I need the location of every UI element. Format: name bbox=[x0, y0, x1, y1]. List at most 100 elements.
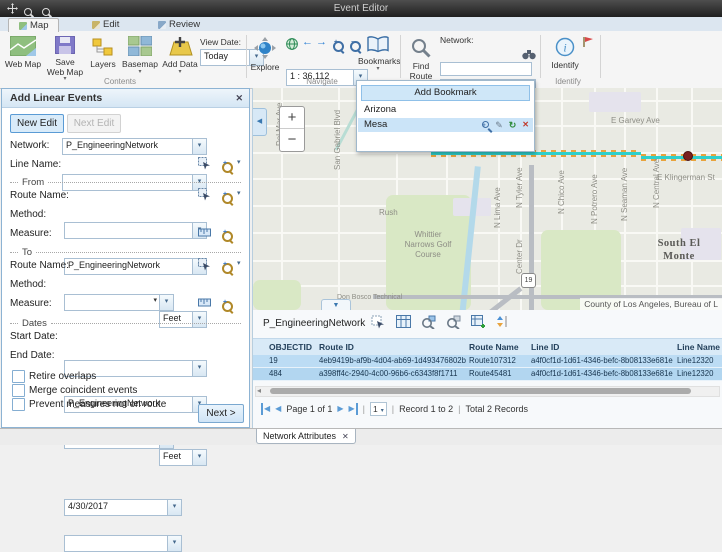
retire-overlaps-checkbox[interactable] bbox=[12, 370, 25, 383]
from-section-legend: From bbox=[10, 177, 241, 187]
next-button[interactable]: Next > bbox=[198, 404, 244, 423]
next-edit-button[interactable]: Next Edit bbox=[67, 114, 121, 133]
network-select[interactable]: P_EngineeringNetwork bbox=[62, 138, 207, 155]
scrollbar-thumb[interactable] bbox=[270, 388, 691, 394]
street-label: N Lima Ave bbox=[493, 187, 502, 228]
prevent-measures-checkbox[interactable] bbox=[12, 398, 25, 411]
review-tab-icon bbox=[158, 21, 166, 29]
tab-edit[interactable]: Edit bbox=[82, 18, 129, 31]
zoom-to-selection-icon[interactable] bbox=[421, 315, 436, 330]
from-measure-tool-icon[interactable] bbox=[198, 226, 211, 244]
street-label: Center Dr bbox=[515, 239, 524, 274]
from-select-route-icon[interactable] bbox=[198, 188, 211, 206]
to-zoom-route-icon[interactable]: + bbox=[222, 260, 233, 278]
column-header[interactable]: Route ID bbox=[319, 339, 467, 355]
attribute-table-panel: P_EngineeringNetwork OBJECTID Route ID R… bbox=[252, 310, 722, 428]
close-tab-icon[interactable]: ✕ bbox=[342, 430, 349, 443]
bookmarks-button[interactable]: Bookmarks ▾ bbox=[358, 36, 398, 72]
from-zoom-dropdown-arrow[interactable]: ▾ bbox=[237, 189, 241, 197]
basemap-button[interactable]: Basemap ▾ bbox=[120, 36, 160, 75]
globe-icon[interactable] bbox=[286, 37, 298, 55]
start-date-input[interactable]: 4/30/2017 bbox=[64, 499, 182, 516]
merge-coincident-checkbox[interactable] bbox=[12, 384, 25, 397]
tab-review[interactable]: Review bbox=[148, 18, 210, 31]
new-edit-button[interactable]: New Edit bbox=[10, 114, 64, 133]
web-map-button[interactable]: Web Map bbox=[4, 36, 42, 70]
map-zoom-in-button[interactable]: + bbox=[280, 107, 304, 129]
to-select-route-icon[interactable] bbox=[198, 258, 211, 276]
to-zoom-dropdown-arrow[interactable]: ▾ bbox=[237, 259, 241, 267]
bottom-tab-bar: Network Attributes ✕ bbox=[0, 428, 722, 445]
first-page-icon[interactable]: ◀ bbox=[261, 403, 270, 415]
column-header[interactable]: OBJECTID bbox=[269, 339, 317, 355]
start-date-label: Start Date: bbox=[10, 331, 58, 342]
flag-icon[interactable] bbox=[582, 35, 594, 53]
add-data-button[interactable]: Add Data ▾ bbox=[162, 36, 198, 75]
column-header[interactable]: Route Name bbox=[469, 339, 529, 355]
bookmark-item-mesa[interactable]: Mesa + ✎ ↻ ✕ bbox=[358, 118, 533, 132]
layers-icon bbox=[88, 38, 118, 59]
to-measure-tool-icon[interactable] bbox=[198, 296, 211, 314]
zoom-to-line-icon[interactable]: + bbox=[222, 159, 233, 177]
zoom-line-dropdown-arrow[interactable]: ▾ bbox=[237, 158, 241, 166]
previous-page-icon[interactable]: ◀ bbox=[275, 403, 281, 415]
scroll-left-icon[interactable]: ◂ bbox=[257, 386, 261, 395]
pan-icon[interactable] bbox=[6, 3, 18, 15]
page-select[interactable]: 1▾ bbox=[370, 402, 387, 416]
ribbon-zoom-in-icon[interactable]: + bbox=[333, 38, 344, 56]
bookmark-delete-icon[interactable]: ✕ bbox=[522, 118, 529, 132]
from-measure-zoom-icon[interactable]: + bbox=[222, 228, 233, 246]
table-row[interactable]: 19 4eb9419b-af9b-4d04-ab69-1d493476802b … bbox=[253, 355, 722, 368]
find-route-value-input[interactable] bbox=[440, 62, 532, 76]
street-label: N Tyler Ave bbox=[515, 167, 524, 208]
from-measure-input[interactable] bbox=[64, 294, 174, 311]
sort-icon[interactable] bbox=[496, 315, 511, 330]
route-point-marker[interactable] bbox=[683, 151, 693, 161]
collapse-panel-tab[interactable]: ◀ bbox=[253, 108, 267, 136]
from-zoom-route-icon[interactable]: + bbox=[222, 190, 233, 208]
map-zoom-control: + − bbox=[279, 106, 305, 152]
horizontal-scrollbar[interactable]: ◂ bbox=[255, 386, 720, 397]
ribbon-divider bbox=[600, 35, 601, 78]
selected-records-icon[interactable] bbox=[471, 315, 486, 330]
save-web-map-button[interactable]: Save Web Map ▾ bbox=[46, 36, 84, 82]
tab-network-attributes[interactable]: Network Attributes ✕ bbox=[256, 429, 356, 444]
ribbon-divider bbox=[246, 35, 247, 78]
select-line-on-map-icon[interactable] bbox=[198, 157, 211, 175]
close-icon[interactable]: ✕ bbox=[235, 89, 243, 107]
to-unit-select[interactable]: Feet bbox=[159, 449, 207, 466]
street bbox=[691, 88, 693, 310]
end-date-input[interactable] bbox=[64, 535, 182, 552]
find-route-network-label: Network: bbox=[440, 35, 474, 45]
layers-button[interactable]: Layers bbox=[88, 38, 118, 70]
show-table-icon[interactable] bbox=[396, 315, 411, 330]
column-header[interactable]: Line Name bbox=[677, 339, 721, 355]
select-records-icon[interactable] bbox=[371, 315, 386, 330]
last-page-icon[interactable]: ▶ bbox=[349, 403, 358, 415]
collapse-table-tab[interactable]: ▼ bbox=[321, 299, 351, 310]
explore-button[interactable]: Explore bbox=[250, 37, 280, 73]
next-extent-icon[interactable]: → bbox=[316, 36, 327, 48]
pan-to-selection-icon[interactable] bbox=[446, 315, 461, 330]
street-label: Rush bbox=[379, 208, 398, 217]
to-section-legend: To bbox=[10, 247, 241, 257]
from-method-select[interactable]: P_EngineeringNetwork bbox=[64, 258, 207, 275]
bookmark-item-arizona[interactable]: Arizona bbox=[358, 103, 533, 117]
bookmark-zoom-icon[interactable]: + bbox=[482, 118, 489, 132]
find-route-button[interactable]: Find Route bbox=[406, 38, 436, 81]
save-icon bbox=[46, 36, 84, 57]
table-row[interactable]: 484 a398ff4c-2940-4c00-96b6-c6343f8f1711… bbox=[253, 368, 722, 381]
tab-map[interactable]: Map bbox=[8, 18, 59, 32]
from-route-name-select[interactable] bbox=[64, 222, 207, 239]
bookmark-edit-icon[interactable]: ✎ bbox=[495, 118, 503, 132]
add-bookmark-button[interactable]: Add Bookmark bbox=[361, 85, 530, 101]
to-measure-zoom-icon[interactable]: + bbox=[222, 298, 233, 316]
column-header[interactable]: Line ID bbox=[531, 339, 675, 355]
identify-button[interactable]: i Identify bbox=[548, 37, 582, 71]
bookmark-refresh-icon[interactable]: ↻ bbox=[509, 118, 517, 132]
next-page-icon[interactable]: ▶ bbox=[337, 403, 343, 415]
map-tab-icon bbox=[19, 22, 27, 30]
from-measure-label: Measure: bbox=[10, 228, 52, 239]
previous-extent-icon[interactable]: ← bbox=[302, 36, 313, 48]
map-zoom-out-button[interactable]: − bbox=[280, 129, 304, 150]
